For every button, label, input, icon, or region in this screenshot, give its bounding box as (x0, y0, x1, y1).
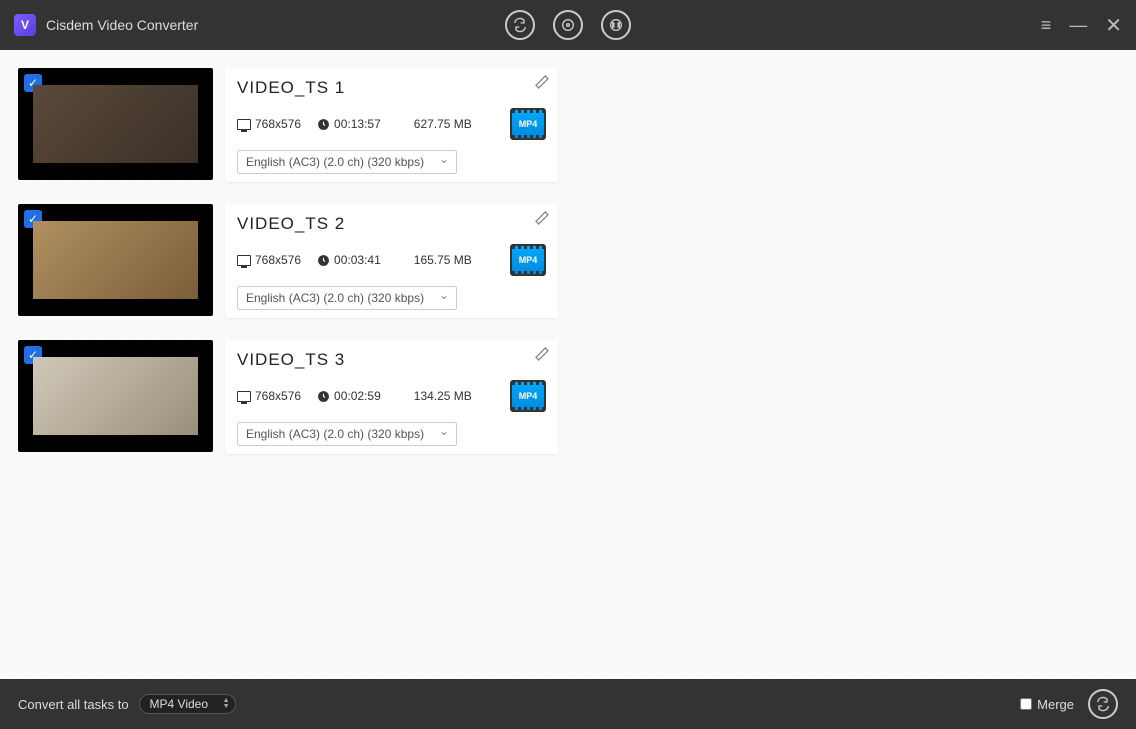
rip-mode-icon[interactable] (553, 10, 583, 40)
metadata-row: 768x576 00:03:41 165.75 MB MP4 (237, 244, 546, 276)
start-convert-button[interactable] (1088, 689, 1118, 719)
screen-icon (237, 119, 251, 130)
metadata-row: 768x576 00:13:57 627.75 MB MP4 (237, 108, 546, 140)
resolution: 768x576 (237, 389, 301, 403)
output-format-button[interactable]: MP4 (510, 380, 546, 412)
window-controls: ≡ — ✕ (1041, 13, 1122, 38)
app-logo: V (14, 14, 36, 36)
task-info-panel: VIDEO_TS 1 768x576 00:13:57 627.75 MB MP… (225, 68, 558, 182)
convert-all-label: Convert all tasks to (18, 697, 129, 712)
video-thumbnail[interactable]: ✓ (18, 68, 213, 180)
filesize: 165.75 MB (397, 253, 472, 267)
resolution: 768x576 (237, 117, 301, 131)
video-thumbnail[interactable]: ✓ (18, 204, 213, 316)
screen-icon (237, 255, 251, 266)
task-info-panel: VIDEO_TS 2 768x576 00:03:41 165.75 MB MP… (225, 204, 558, 318)
output-format-button[interactable]: MP4 (510, 244, 546, 276)
bottom-bar: Convert all tasks to MP4 Video ▲▼ Merge (0, 679, 1136, 729)
size-icon (397, 390, 410, 403)
task-info-panel: VIDEO_TS 3 768x576 00:02:59 134.25 MB MP… (225, 340, 558, 454)
clock-icon (317, 254, 330, 267)
video-title: VIDEO_TS 3 (237, 350, 546, 370)
task-card: ✓ VIDEO_TS 1 768x576 00:13:57 627.75 MB … (18, 68, 558, 182)
output-format-button[interactable]: MP4 (510, 108, 546, 140)
task-card: ✓ VIDEO_TS 2 768x576 00:03:41 165.75 MB … (18, 204, 558, 318)
mode-switcher (505, 10, 631, 40)
clock-icon (317, 390, 330, 403)
edit-icon[interactable] (534, 346, 550, 367)
menu-icon[interactable]: ≡ (1041, 15, 1052, 36)
edit-icon[interactable] (534, 74, 550, 95)
task-card: ✓ VIDEO_TS 3 768x576 00:02:59 134.25 MB … (18, 340, 558, 454)
video-title: VIDEO_TS 2 (237, 214, 546, 234)
filesize: 627.75 MB (397, 117, 472, 131)
screen-icon (237, 391, 251, 402)
audio-track-select[interactable]: English (AC3) (2.0 ch) (320 kbps) (237, 150, 457, 174)
video-title: VIDEO_TS 1 (237, 78, 546, 98)
audio-track-select[interactable]: English (AC3) (2.0 ch) (320 kbps) (237, 422, 457, 446)
task-list-area: ✓ VIDEO_TS 1 768x576 00:13:57 627.75 MB … (0, 50, 1136, 679)
duration: 00:02:59 (317, 389, 381, 403)
close-icon[interactable]: ✕ (1105, 13, 1122, 38)
size-icon (397, 118, 410, 131)
app-title: Cisdem Video Converter (46, 17, 198, 33)
resolution: 768x576 (237, 253, 301, 267)
minimize-icon[interactable]: — (1069, 15, 1087, 36)
video-thumbnail[interactable]: ✓ (18, 340, 213, 452)
edit-icon[interactable] (534, 210, 550, 231)
audio-track-select[interactable]: English (AC3) (2.0 ch) (320 kbps) (237, 286, 457, 310)
metadata-row: 768x576 00:02:59 134.25 MB MP4 (237, 380, 546, 412)
output-format-select[interactable]: MP4 Video (139, 694, 236, 714)
convert-mode-icon[interactable] (505, 10, 535, 40)
filesize: 134.25 MB (397, 389, 472, 403)
merge-toggle[interactable]: Merge (1020, 697, 1074, 712)
duration: 00:13:57 (317, 117, 381, 131)
size-icon (397, 254, 410, 267)
merge-checkbox[interactable] (1020, 698, 1032, 710)
merge-label: Merge (1037, 697, 1074, 712)
task-grid: ✓ VIDEO_TS 1 768x576 00:13:57 627.75 MB … (18, 68, 1118, 454)
title-bar: V Cisdem Video Converter ≡ — ✕ (0, 0, 1136, 50)
download-mode-icon[interactable] (601, 10, 631, 40)
duration: 00:03:41 (317, 253, 381, 267)
clock-icon (317, 118, 330, 131)
